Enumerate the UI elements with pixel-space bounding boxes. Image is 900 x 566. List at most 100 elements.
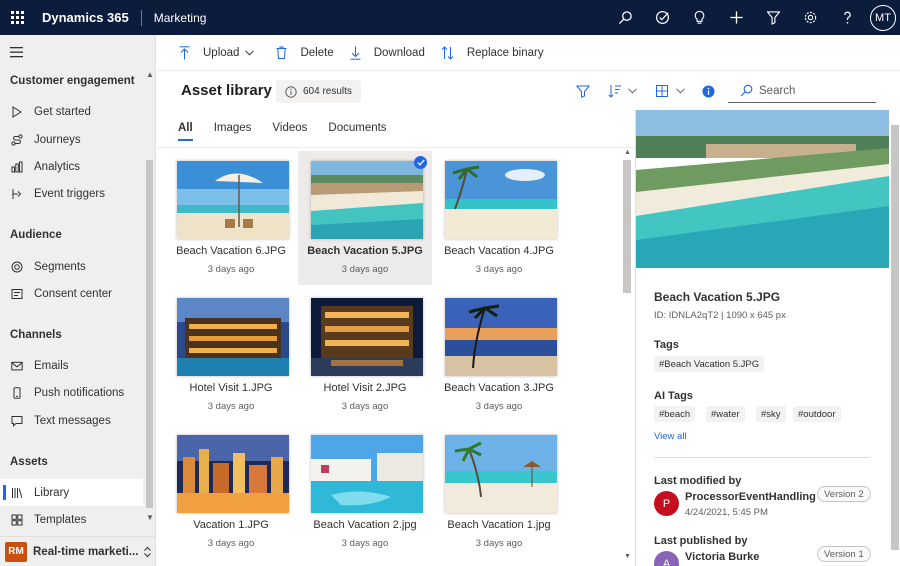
delete-icon — [276, 46, 293, 59]
selected-check-icon[interactable] — [414, 156, 427, 169]
asset-date: 3 days ago — [207, 264, 255, 275]
app-launcher-icon[interactable] — [0, 0, 35, 35]
search-input[interactable]: Search — [728, 79, 876, 103]
sidebar-item-label: Text messages — [34, 414, 111, 427]
asset-card[interactable]: Beach Vacation 3.JPG 3 days ago — [432, 288, 566, 422]
tab-videos[interactable]: Videos — [272, 122, 307, 134]
asset-card[interactable]: Vacation 1.JPG 3 days ago — [164, 425, 298, 559]
asset-name: Beach Vacation 4.JPG — [444, 245, 554, 257]
sidebar-item-push-notifications[interactable]: Push notifications — [0, 379, 143, 406]
asset-thumbnail — [311, 435, 423, 513]
scroll-down-icon[interactable]: ▼ — [146, 513, 154, 522]
tab-documents[interactable]: Documents — [328, 122, 386, 134]
sidebar-item-label: Event triggers — [34, 187, 105, 200]
asset-title: Beach Vacation 5.JPG — [654, 290, 781, 304]
sidebar-item-get-started[interactable]: Get started — [0, 98, 143, 125]
help-icon[interactable] — [829, 0, 866, 35]
asset-detail-panel: Beach Vacation 5.JPG ID: IDNLA2qT2 | 109… — [635, 110, 900, 566]
sidebar-item-event-triggers[interactable]: Event triggers — [0, 180, 143, 207]
sidebar-item-journeys[interactable]: Journeys — [0, 126, 143, 153]
top-bar: Dynamics 365 Marketing MT — [0, 0, 900, 35]
sidebar-item-text-messages[interactable]: Text messages — [0, 407, 143, 434]
sidebar-item-label: Emails — [34, 359, 69, 372]
scroll-down-icon[interactable]: ▼ — [624, 553, 631, 560]
chevron-down-icon — [628, 88, 637, 94]
sidebar-item-emails[interactable]: Emails — [0, 352, 143, 379]
upload-button[interactable]: Upload — [179, 45, 260, 60]
area-name: Marketing — [153, 10, 207, 25]
view-toggle-button[interactable] — [656, 80, 685, 102]
sidebar-item-label: Get started — [34, 105, 91, 118]
ai-tag-chip[interactable]: #sky — [756, 406, 786, 422]
asset-card[interactable]: Beach Vacation 2.jpg 3 days ago — [298, 425, 432, 559]
asset-card[interactable]: Beach Vacation 4.JPG 3 days ago — [432, 151, 566, 285]
asset-thumbnail — [311, 298, 423, 376]
ai-tag-chip[interactable]: #outdoor — [793, 406, 841, 422]
tab-images[interactable]: Images — [214, 122, 252, 134]
nav-group-assets: Assets — [10, 456, 48, 468]
asset-date: 3 days ago — [207, 538, 255, 549]
sidebar-item-analytics[interactable]: Analytics — [0, 153, 143, 180]
scroll-up-icon[interactable]: ▲ — [146, 70, 154, 79]
sidebar-item-label: Segments — [34, 260, 86, 273]
asset-card[interactable]: Hotel Visit 2.JPG 3 days ago — [298, 288, 432, 422]
asset-card[interactable]: Beach Vacation 1.jpg 3 days ago — [432, 425, 566, 559]
asset-name: Vacation 1.JPG — [193, 519, 269, 531]
left-navigation: Customer engagement Get started Journeys… — [0, 35, 156, 566]
lightbulb-icon[interactable] — [681, 0, 718, 35]
asset-card[interactable]: Beach Vacation 6.JPG 3 days ago — [164, 151, 298, 285]
asset-date: 3 days ago — [341, 538, 389, 549]
filter-icon[interactable] — [755, 0, 792, 35]
task-icon[interactable] — [644, 0, 681, 35]
grid-view-icon — [656, 85, 668, 97]
asset-date: 3 days ago — [475, 401, 523, 412]
modified-date: 4/24/2021, 5:45 PM — [685, 507, 768, 518]
asset-card-selected[interactable]: Beach Vacation 5.JPG 3 days ago — [298, 151, 432, 285]
avatar: P — [654, 491, 679, 516]
scroll-up-icon[interactable]: ▲ — [624, 149, 631, 156]
version-badge: Version 2 — [817, 486, 871, 502]
settings-icon[interactable] — [792, 0, 829, 35]
divider — [654, 457, 870, 458]
ai-tag-chip[interactable]: #beach — [654, 406, 696, 422]
results-count: 604 results — [303, 86, 352, 97]
upload-label: Upload — [203, 46, 240, 59]
asset-date: 3 days ago — [341, 401, 389, 412]
replace-binary-button[interactable]: Replace binary — [441, 45, 544, 60]
user-avatar[interactable]: MT — [870, 4, 896, 31]
view-all-link[interactable]: View all — [654, 431, 687, 442]
sidebar-item-templates[interactable]: Templates — [0, 506, 143, 533]
version-badge: Version 1 — [817, 546, 871, 562]
ai-tags-label: AI Tags — [654, 390, 693, 402]
replace-label: Replace binary — [466, 46, 544, 59]
tab-all[interactable]: All — [178, 122, 193, 141]
nav-scrollbar[interactable] — [146, 160, 153, 508]
asset-name: Hotel Visit 1.JPG — [189, 382, 273, 394]
delete-button[interactable]: Delete — [276, 46, 334, 59]
chat-icon — [8, 415, 26, 427]
asset-name: Beach Vacation 2.jpg — [313, 519, 417, 531]
sidebar-item-segments[interactable]: Segments — [0, 253, 143, 280]
divider — [140, 9, 142, 26]
tags-label: Tags — [654, 339, 679, 351]
download-label: Download — [373, 46, 425, 59]
download-button[interactable]: Download — [350, 46, 425, 60]
sidebar-item-library[interactable]: Library — [0, 479, 143, 506]
info-button[interactable] — [702, 80, 715, 102]
hamburger-icon[interactable] — [10, 47, 24, 61]
detail-scrollbar[interactable] — [891, 125, 899, 550]
area-switcher[interactable]: RM Real-time marketi... — [0, 536, 155, 566]
filter-button[interactable] — [576, 80, 590, 102]
sort-button[interactable] — [608, 80, 637, 102]
plus-icon[interactable] — [718, 0, 755, 35]
grid-scrollbar[interactable] — [623, 160, 631, 293]
modified-by-name[interactable]: ProcessorEventHandling — [685, 491, 816, 503]
tag-chip[interactable]: #Beach Vacation 5.JPG — [654, 356, 765, 372]
sidebar-item-consent-center[interactable]: Consent center — [0, 280, 143, 307]
app-name[interactable]: Dynamics 365 — [42, 10, 129, 25]
published-by-name[interactable]: Victoria Burke — [685, 551, 759, 563]
ai-tag-chip[interactable]: #water — [706, 406, 745, 422]
search-icon[interactable] — [607, 0, 644, 35]
sidebar-item-label: Journeys — [34, 133, 81, 146]
asset-card[interactable]: Hotel Visit 1.JPG 3 days ago — [164, 288, 298, 422]
